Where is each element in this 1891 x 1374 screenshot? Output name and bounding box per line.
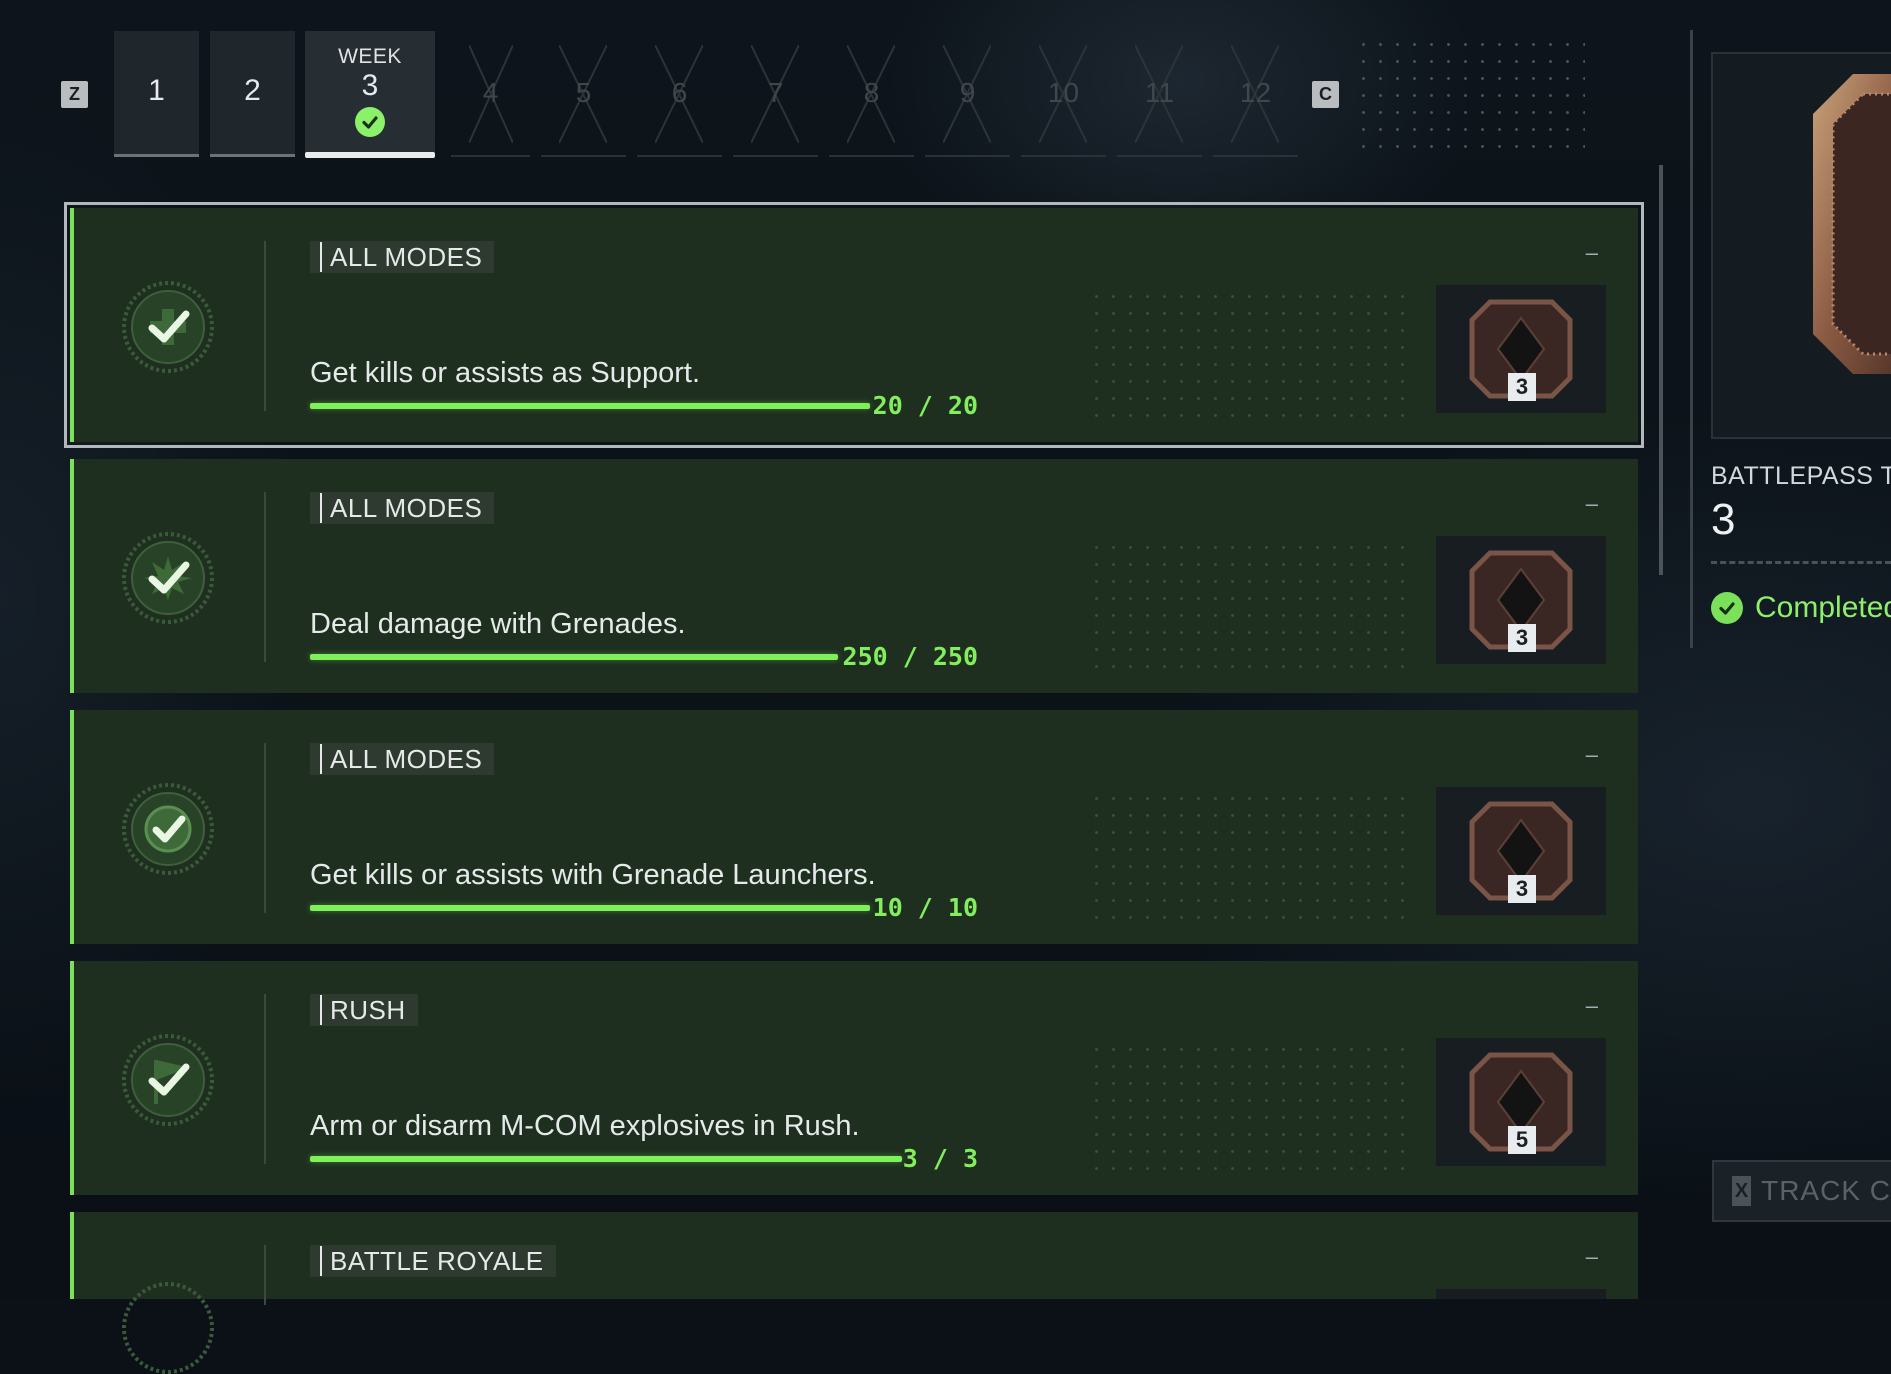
reward-tile: 3	[1436, 536, 1606, 664]
tab-week-4[interactable]: 4	[451, 31, 530, 157]
mode-tag: BATTLE ROYALE	[310, 1245, 556, 1277]
progress-text: 20 / 20	[873, 391, 978, 420]
reward-preview	[1711, 52, 1891, 439]
collapse-icon[interactable]: –	[1586, 993, 1598, 1019]
week-tab-bar: Z 1 2 WEEK 3 4 5 6 7 8 9 10 11 12 C	[0, 0, 1891, 170]
tab-week-number: 3	[362, 69, 379, 103]
card-divider	[264, 994, 266, 1164]
card-divider	[264, 492, 266, 662]
progress-text: 10 / 10	[873, 893, 978, 922]
challenge-description: Arm or disarm M-COM explosives in Rush.	[310, 1110, 860, 1143]
dot-pattern	[1088, 1041, 1418, 1181]
laurel-icon	[122, 1282, 214, 1374]
collapse-icon[interactable]: –	[1586, 742, 1598, 768]
reward-quantity: 3	[1508, 624, 1536, 652]
progress-bar	[310, 1156, 902, 1162]
tab-week-number: 5	[576, 77, 592, 109]
tab-week-number: 9	[960, 77, 976, 109]
grenade-burst-icon	[122, 532, 214, 624]
mode-tag: ALL MODES	[310, 241, 494, 273]
tab-week-number: 12	[1240, 77, 1271, 109]
prev-week-key-hint[interactable]: Z	[61, 81, 88, 108]
tab-week-11[interactable]: 11	[1117, 31, 1202, 157]
dashed-divider	[1711, 561, 1891, 564]
challenge-description: Deal damage with Grenades.	[310, 608, 686, 641]
tab-week-8[interactable]: 8	[829, 31, 914, 157]
reward-quantity: 3	[1508, 373, 1536, 401]
challenge-description: Get kills or assists with Grenade Launch…	[310, 859, 876, 892]
challenge-card[interactable]: ALL MODES – Get kills or assists as Supp…	[70, 208, 1638, 442]
challenge-card[interactable]: RUSH – Arm or disarm M-COM explosives in…	[70, 961, 1638, 1195]
tab-week-5[interactable]: 5	[541, 31, 626, 157]
scrollbar[interactable]	[1659, 165, 1663, 575]
grenade-launcher-icon	[122, 783, 214, 875]
mode-tag: RUSH	[310, 994, 418, 1026]
collapse-icon[interactable]: –	[1586, 1244, 1598, 1270]
progress-bar	[310, 403, 870, 409]
tab-week-3[interactable]: WEEK 3	[305, 31, 435, 157]
active-tab-indicator	[305, 152, 435, 158]
reward-tile: 5	[1436, 1038, 1606, 1166]
tab-week-number: 7	[768, 77, 784, 109]
tab-week-number: 8	[864, 77, 880, 109]
tab-week-number: 11	[1145, 77, 1174, 109]
tab-week-number: 2	[244, 74, 261, 108]
reward-tile: 3	[1436, 285, 1606, 413]
track-button-label: TRACK C	[1761, 1175, 1891, 1207]
track-key-hint: X	[1732, 1176, 1751, 1206]
track-challenge-button[interactable]: X TRACK C	[1712, 1160, 1891, 1222]
panel-bracket	[1690, 30, 1703, 648]
card-divider	[264, 743, 266, 913]
progress-bar	[310, 654, 838, 660]
reward-quantity: 3	[1508, 875, 1536, 903]
challenge-card[interactable]: ALL MODES – Deal damage with Grenades. 2…	[70, 459, 1638, 693]
check-circle-icon	[1711, 592, 1743, 624]
tab-week-7[interactable]: 7	[733, 31, 818, 157]
tab-week-number: 4	[483, 77, 499, 109]
completion-status-text: Completed	[1755, 591, 1891, 625]
tab-week-number: 1	[148, 74, 165, 108]
dot-pattern	[1088, 790, 1418, 930]
challenge-card[interactable]: BATTLE ROYALE –	[70, 1212, 1638, 1299]
tab-week-number: 10	[1048, 77, 1079, 109]
battlepass-tokens-label: BATTLEPASS TO	[1711, 462, 1891, 491]
progress-text: 3 / 3	[903, 1144, 978, 1173]
tab-week-6[interactable]: 6	[637, 31, 722, 157]
completion-status: Completed	[1711, 591, 1891, 625]
dot-pattern	[1088, 539, 1418, 679]
challenge-description: Get kills or assists as Support.	[310, 357, 700, 390]
dot-pattern	[1355, 36, 1585, 158]
support-plus-icon	[122, 281, 214, 373]
progress-bar	[310, 905, 870, 911]
reward-tile	[1436, 1289, 1606, 1299]
tab-week-1[interactable]: 1	[114, 31, 199, 157]
card-divider	[264, 1245, 266, 1305]
mode-tag: ALL MODES	[310, 492, 494, 524]
collapse-icon[interactable]: –	[1586, 240, 1598, 266]
tab-week-label: WEEK	[338, 45, 402, 69]
tab-week-number: 6	[672, 77, 688, 109]
mode-tag: ALL MODES	[310, 743, 494, 775]
tab-week-12[interactable]: 12	[1213, 31, 1298, 157]
battlepass-tokens-value: 3	[1711, 495, 1735, 545]
challenge-card[interactable]: ALL MODES – Get kills or assists with Gr…	[70, 710, 1638, 944]
collapse-icon[interactable]: –	[1586, 491, 1598, 517]
dot-pattern	[1088, 288, 1418, 428]
check-circle-icon	[355, 107, 385, 137]
reward-quantity: 5	[1508, 1126, 1536, 1154]
reward-tile: 3	[1436, 787, 1606, 915]
flag-icon	[122, 1034, 214, 1126]
next-week-key-hint[interactable]: C	[1312, 81, 1339, 108]
tab-week-10[interactable]: 10	[1021, 31, 1106, 157]
progress-text: 250 / 250	[843, 642, 978, 671]
bronze-token-icon	[1713, 54, 1891, 437]
tab-week-2[interactable]: 2	[210, 31, 295, 157]
tab-week-9[interactable]: 9	[925, 31, 1010, 157]
card-divider	[264, 241, 266, 411]
